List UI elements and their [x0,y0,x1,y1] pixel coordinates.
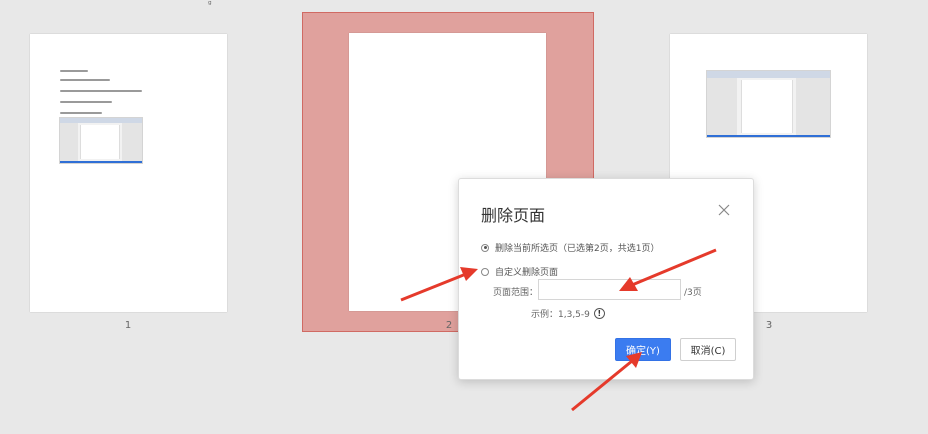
thumb-text-line [60,90,142,92]
page-thumbnail-1[interactable] [30,34,227,312]
thumb-text-line [60,101,112,103]
thumb-text-line [60,70,88,72]
thumb-text-line [60,79,110,81]
page-range-label: 页面范围： [493,288,539,298]
cursor-mark: ᵍ [208,0,212,10]
option-custom-label: 自定义删除页面 [495,268,559,278]
radio-current-icon[interactable] [481,243,489,252]
page-range-input[interactable] [538,279,681,300]
thumb-text-line [60,112,102,114]
page-number-1: 1 [124,320,132,331]
delete-pages-dialog: 删除页面 删除当前所选页（已选第2页，共选1页） 自定义删除页面 页面范围： /… [458,178,754,380]
page-range-total: /3页 [684,288,702,298]
dialog-title: 删除页面 [481,206,546,225]
page-number-2: 2 [445,320,453,331]
thumb-screenshot [59,117,143,164]
option-custom-delete[interactable]: 自定义删除页面 [481,265,558,278]
info-icon[interactable]: ! [593,308,605,319]
close-icon[interactable] [717,203,731,217]
option-current-label: 删除当前所选页（已选第2页，共选1页） [495,244,660,254]
thumb-screenshot [706,70,831,138]
page-number-3: 3 [765,320,773,331]
range-example: 示例：1,3,5-9 ! [531,307,605,320]
radio-custom-icon[interactable] [481,267,489,276]
confirm-button[interactable]: 确定(Y) [615,338,671,361]
example-text: 示例：1,3,5-9 [531,310,590,320]
cancel-button[interactable]: 取消(C) [680,338,736,361]
option-delete-current[interactable]: 删除当前所选页（已选第2页，共选1页） [481,241,659,254]
